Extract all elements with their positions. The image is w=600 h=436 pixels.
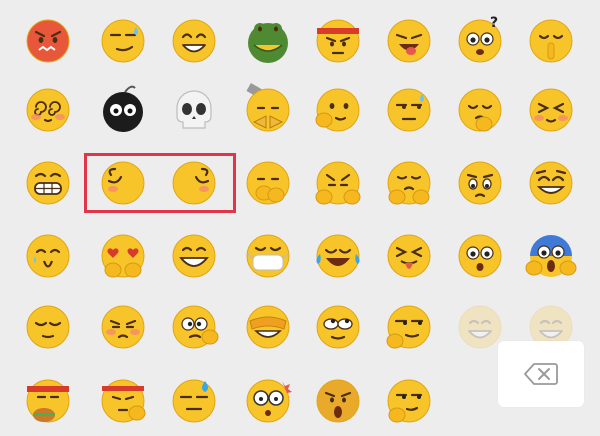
emoji-pleading-hand-face[interactable]	[458, 88, 502, 132]
backspace-icon	[524, 363, 558, 385]
emoji-dizzy-question-face[interactable]: ?	[458, 15, 502, 63]
emoji-spiral-eyes-face[interactable]	[26, 88, 70, 132]
emoji-squint-tongue-face[interactable]	[387, 234, 431, 278]
emoji-picker-panel: ?	[0, 0, 600, 436]
emoji-kiss-face[interactable]	[316, 379, 360, 423]
emoji-tongue-out-face[interactable]	[387, 19, 431, 63]
emoji-hand-over-eyes-face[interactable]	[246, 305, 290, 349]
emoji-surprised-face[interactable]	[458, 234, 502, 278]
emoji-side-eye-hand-face[interactable]	[386, 305, 431, 349]
emoji-sweat-side-eye-face[interactable]	[387, 88, 431, 132]
emoji-headband-angry-face[interactable]	[316, 19, 360, 63]
emoji-mask-face[interactable]	[246, 234, 290, 278]
emoji-skull-face[interactable]	[176, 90, 212, 129]
backspace-button[interactable]	[498, 341, 584, 407]
emoji-hand-on-cheek-face[interactable]	[315, 88, 360, 132]
emoji-blushing-squint-face[interactable]	[529, 88, 573, 132]
emoji-face-turned-left[interactable]	[101, 161, 145, 205]
emoji-worried-hands-face[interactable]	[387, 161, 431, 205]
emoji-glasses-surprise-face[interactable]	[246, 379, 292, 423]
emoji-thinking-chin-face[interactable]	[387, 379, 431, 423]
emoji-face-turned-right[interactable]	[172, 161, 216, 205]
emoji-eye-roll-face[interactable]	[316, 305, 360, 349]
emoji-black-bomb-face[interactable]	[103, 85, 143, 132]
emoji-cold-sweat-flat-face[interactable]	[172, 379, 216, 423]
emoji-angry-red-face[interactable]	[26, 19, 70, 63]
emoji-headband-flex-face[interactable]	[101, 379, 146, 423]
emoji-faded-face-1[interactable]	[458, 305, 502, 349]
svg-text:?: ?	[490, 15, 498, 31]
emoji-grin-face[interactable]	[172, 19, 216, 63]
emoji-hammer-bandage-face[interactable]	[246, 83, 290, 132]
emoji-frog-face[interactable]	[248, 23, 288, 63]
emoji-shush-face[interactable]	[529, 19, 573, 63]
emoji-smirk-sweat-face[interactable]	[101, 19, 145, 63]
emoji-smug-wink-face[interactable]	[529, 161, 573, 205]
emoji-teary-grin-face[interactable]	[26, 234, 70, 278]
emoji-toothy-grin-face[interactable]	[26, 161, 70, 205]
emoji-relieved-face[interactable]	[26, 305, 70, 349]
emoji-screaming-face[interactable]	[525, 235, 577, 277]
emoji-drool-face[interactable]	[315, 161, 361, 205]
emoji-heart-eyes-paws-face[interactable]	[101, 234, 145, 278]
emoji-dizzy-hand-face[interactable]	[172, 305, 219, 349]
emoji-burger-headband-face[interactable]	[26, 379, 70, 423]
emoji-face-palm-face[interactable]	[246, 161, 290, 205]
emoji-sad-eyes-face[interactable]	[458, 161, 502, 205]
emoji-tears-of-joy-face[interactable]	[316, 234, 360, 278]
emoji-big-grin-face[interactable]	[172, 234, 216, 278]
emoji-tsk-face[interactable]	[101, 305, 145, 349]
